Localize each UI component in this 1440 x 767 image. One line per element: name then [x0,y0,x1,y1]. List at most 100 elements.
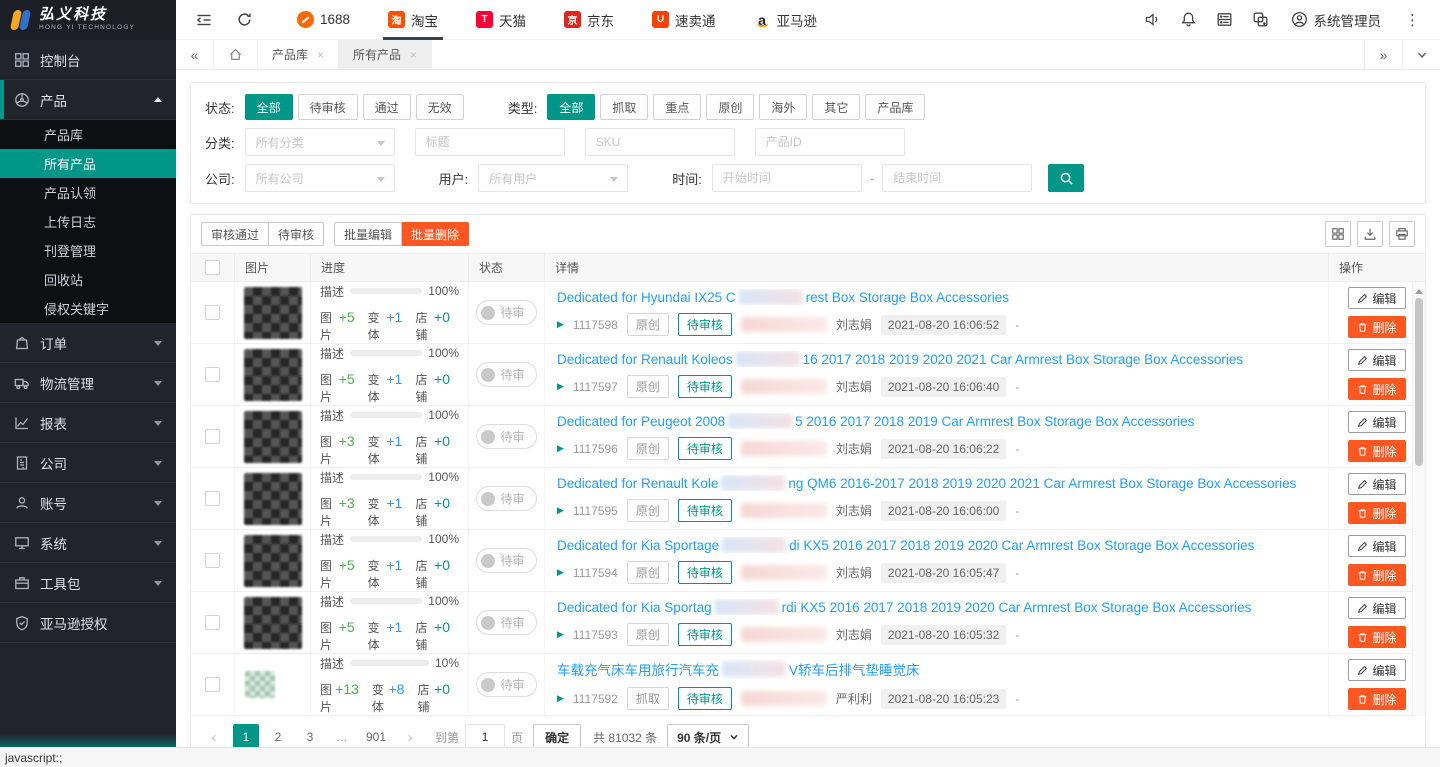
edit-button[interactable]: 编辑 [1348,473,1405,495]
row-checkbox[interactable] [205,491,220,506]
play-icon[interactable]: ▶ [557,319,564,330]
play-icon[interactable]: ▶ [557,443,564,454]
type-filter-other[interactable]: 其它 [812,94,860,120]
tab-amazon[interactable]: a 亚马逊 [735,0,837,40]
approve-button[interactable]: 审核通过 [201,222,269,246]
refresh-button[interactable] [224,0,264,40]
delete-button[interactable]: 删除 [1348,502,1405,524]
page-button-3[interactable]: 3 [297,724,323,747]
type-filter-original[interactable]: 原创 [706,94,754,120]
tab-options-button[interactable] [1402,40,1440,69]
product-id-input[interactable] [755,128,905,156]
select-all-checkbox[interactable] [205,260,220,275]
start-time-input[interactable] [712,164,862,192]
sidebar-item-recycle-bin[interactable]: 回收站 [0,265,176,294]
type-filter-key[interactable]: 重点 [653,94,701,120]
batch-edit-button[interactable]: 批量编辑 [334,222,402,246]
sidebar-item-product-claim[interactable]: 产品认领 [0,178,176,207]
page-button-2[interactable]: 2 [265,724,291,747]
notification-bell-icon[interactable] [1171,0,1207,40]
product-title-link[interactable]: 车载充气床车用旅行汽车充 V轿车后排气垫睡觉床 [557,659,1316,679]
close-icon[interactable]: × [410,48,417,62]
theme-switch-icon[interactable] [1243,0,1279,40]
page-button-1[interactable]: 1 [233,724,259,747]
product-title-link[interactable]: Dedicated for Kia Sportage di KX5 2016 2… [557,537,1316,553]
play-icon[interactable]: ▶ [557,505,564,516]
delete-button[interactable]: 删除 [1348,316,1405,338]
sku-input[interactable] [585,128,735,156]
edit-button[interactable]: 编辑 [1348,659,1405,681]
row-checkbox[interactable] [205,367,220,382]
set-pending-button[interactable]: 待审核 [269,222,324,246]
sidebar-item-product[interactable]: 产品 [0,80,176,120]
sidebar-item-logistics[interactable]: 物流管理 [0,363,176,403]
scrollbar-thumb[interactable] [1415,298,1423,466]
scroll-tabs-right-button[interactable]: » [1364,40,1402,69]
product-title-link[interactable]: Dedicated for Kia Sportag rdi KX5 2016 2… [557,599,1316,615]
end-time-input[interactable] [882,164,1032,192]
row-checkbox[interactable] [205,615,220,630]
volume-icon[interactable] [1135,0,1171,40]
delete-button[interactable]: 删除 [1348,626,1405,648]
sidebar-item-product-library[interactable]: 产品库 [0,120,176,149]
status-filter-all[interactable]: 全部 [245,94,293,120]
sidebar-item-dashboard[interactable]: 控制台 [0,40,176,80]
row-checkbox[interactable] [205,677,220,692]
product-thumbnail[interactable] [245,671,275,698]
tab-all-products[interactable]: 所有产品 × [339,40,432,69]
product-thumbnail[interactable] [244,287,302,339]
goto-page-input[interactable] [465,724,505,747]
edit-button[interactable]: 编辑 [1348,349,1405,371]
status-filter-pending[interactable]: 待审核 [298,94,358,120]
sidebar-item-account[interactable]: 账号 [0,483,176,523]
product-thumbnail[interactable] [244,597,302,649]
product-thumbnail[interactable] [244,473,302,525]
type-filter-all[interactable]: 全部 [547,94,595,120]
product-title-link[interactable]: Dedicated for Renault Koleos 16 2017 201… [557,351,1316,367]
sidebar-item-listing-management[interactable]: 刊登管理 [0,236,176,265]
play-icon[interactable]: ▶ [557,381,564,392]
more-options-icon[interactable]: ⋮ [1393,11,1432,29]
sidebar-item-upload-log[interactable]: 上传日志 [0,207,176,236]
product-title-link[interactable]: Dedicated for Renault Kole ng QM6 2016-2… [557,475,1316,491]
play-icon[interactable]: ▶ [557,567,564,578]
edit-button[interactable]: 编辑 [1348,287,1405,309]
sidebar-item-toolkit[interactable]: 工具包 [0,563,176,603]
filter-columns-icon[interactable] [1325,221,1351,247]
app-grid-icon[interactable] [1207,0,1243,40]
table-scrollbar[interactable] [1412,282,1425,716]
home-tab[interactable] [214,40,258,69]
product-thumbnail[interactable] [244,535,302,587]
delete-button[interactable]: 删除 [1348,378,1405,400]
delete-button[interactable]: 删除 [1348,564,1405,586]
close-icon[interactable]: × [317,48,324,62]
sidebar-item-all-products[interactable]: 所有产品 [0,149,176,178]
edit-button[interactable]: 编辑 [1348,535,1405,557]
user-select[interactable]: 所有用户 [478,164,628,192]
prev-page-button[interactable]: ‹ [201,724,227,747]
print-icon[interactable] [1389,221,1415,247]
product-thumbnail[interactable] [244,411,302,463]
tab-product-library[interactable]: 产品库 × [258,40,339,69]
row-checkbox[interactable] [205,553,220,568]
sidebar-item-system[interactable]: 系统 [0,523,176,563]
goto-confirm-button[interactable]: 确定 [533,724,581,747]
tab-aliexpress[interactable]: U 速卖通 [633,0,735,40]
edit-button[interactable]: 编辑 [1348,411,1405,433]
batch-delete-button[interactable]: 批量删除 [402,222,469,246]
product-title-link[interactable]: Dedicated for Peugeot 2008 5 2016 2017 2… [557,413,1316,429]
tab-1688[interactable]: 1688 [278,0,369,40]
delete-button[interactable]: 删除 [1348,440,1405,462]
search-button[interactable] [1048,164,1084,192]
sidebar-item-reports[interactable]: 报表 [0,403,176,443]
tab-jd[interactable]: 京 京东 [545,0,633,40]
category-select[interactable]: 所有分类 [245,128,395,156]
sidebar-item-infringement-keywords[interactable]: 侵权关键字 [0,294,176,323]
export-icon[interactable] [1357,221,1383,247]
status-filter-approved[interactable]: 通过 [363,94,411,120]
page-button-901[interactable]: 901 [361,724,391,747]
title-input[interactable] [415,128,565,156]
company-select[interactable]: 所有公司 [245,164,395,192]
tab-tmall[interactable]: T 天猫 [457,0,545,40]
type-filter-overseas[interactable]: 海外 [759,94,807,120]
